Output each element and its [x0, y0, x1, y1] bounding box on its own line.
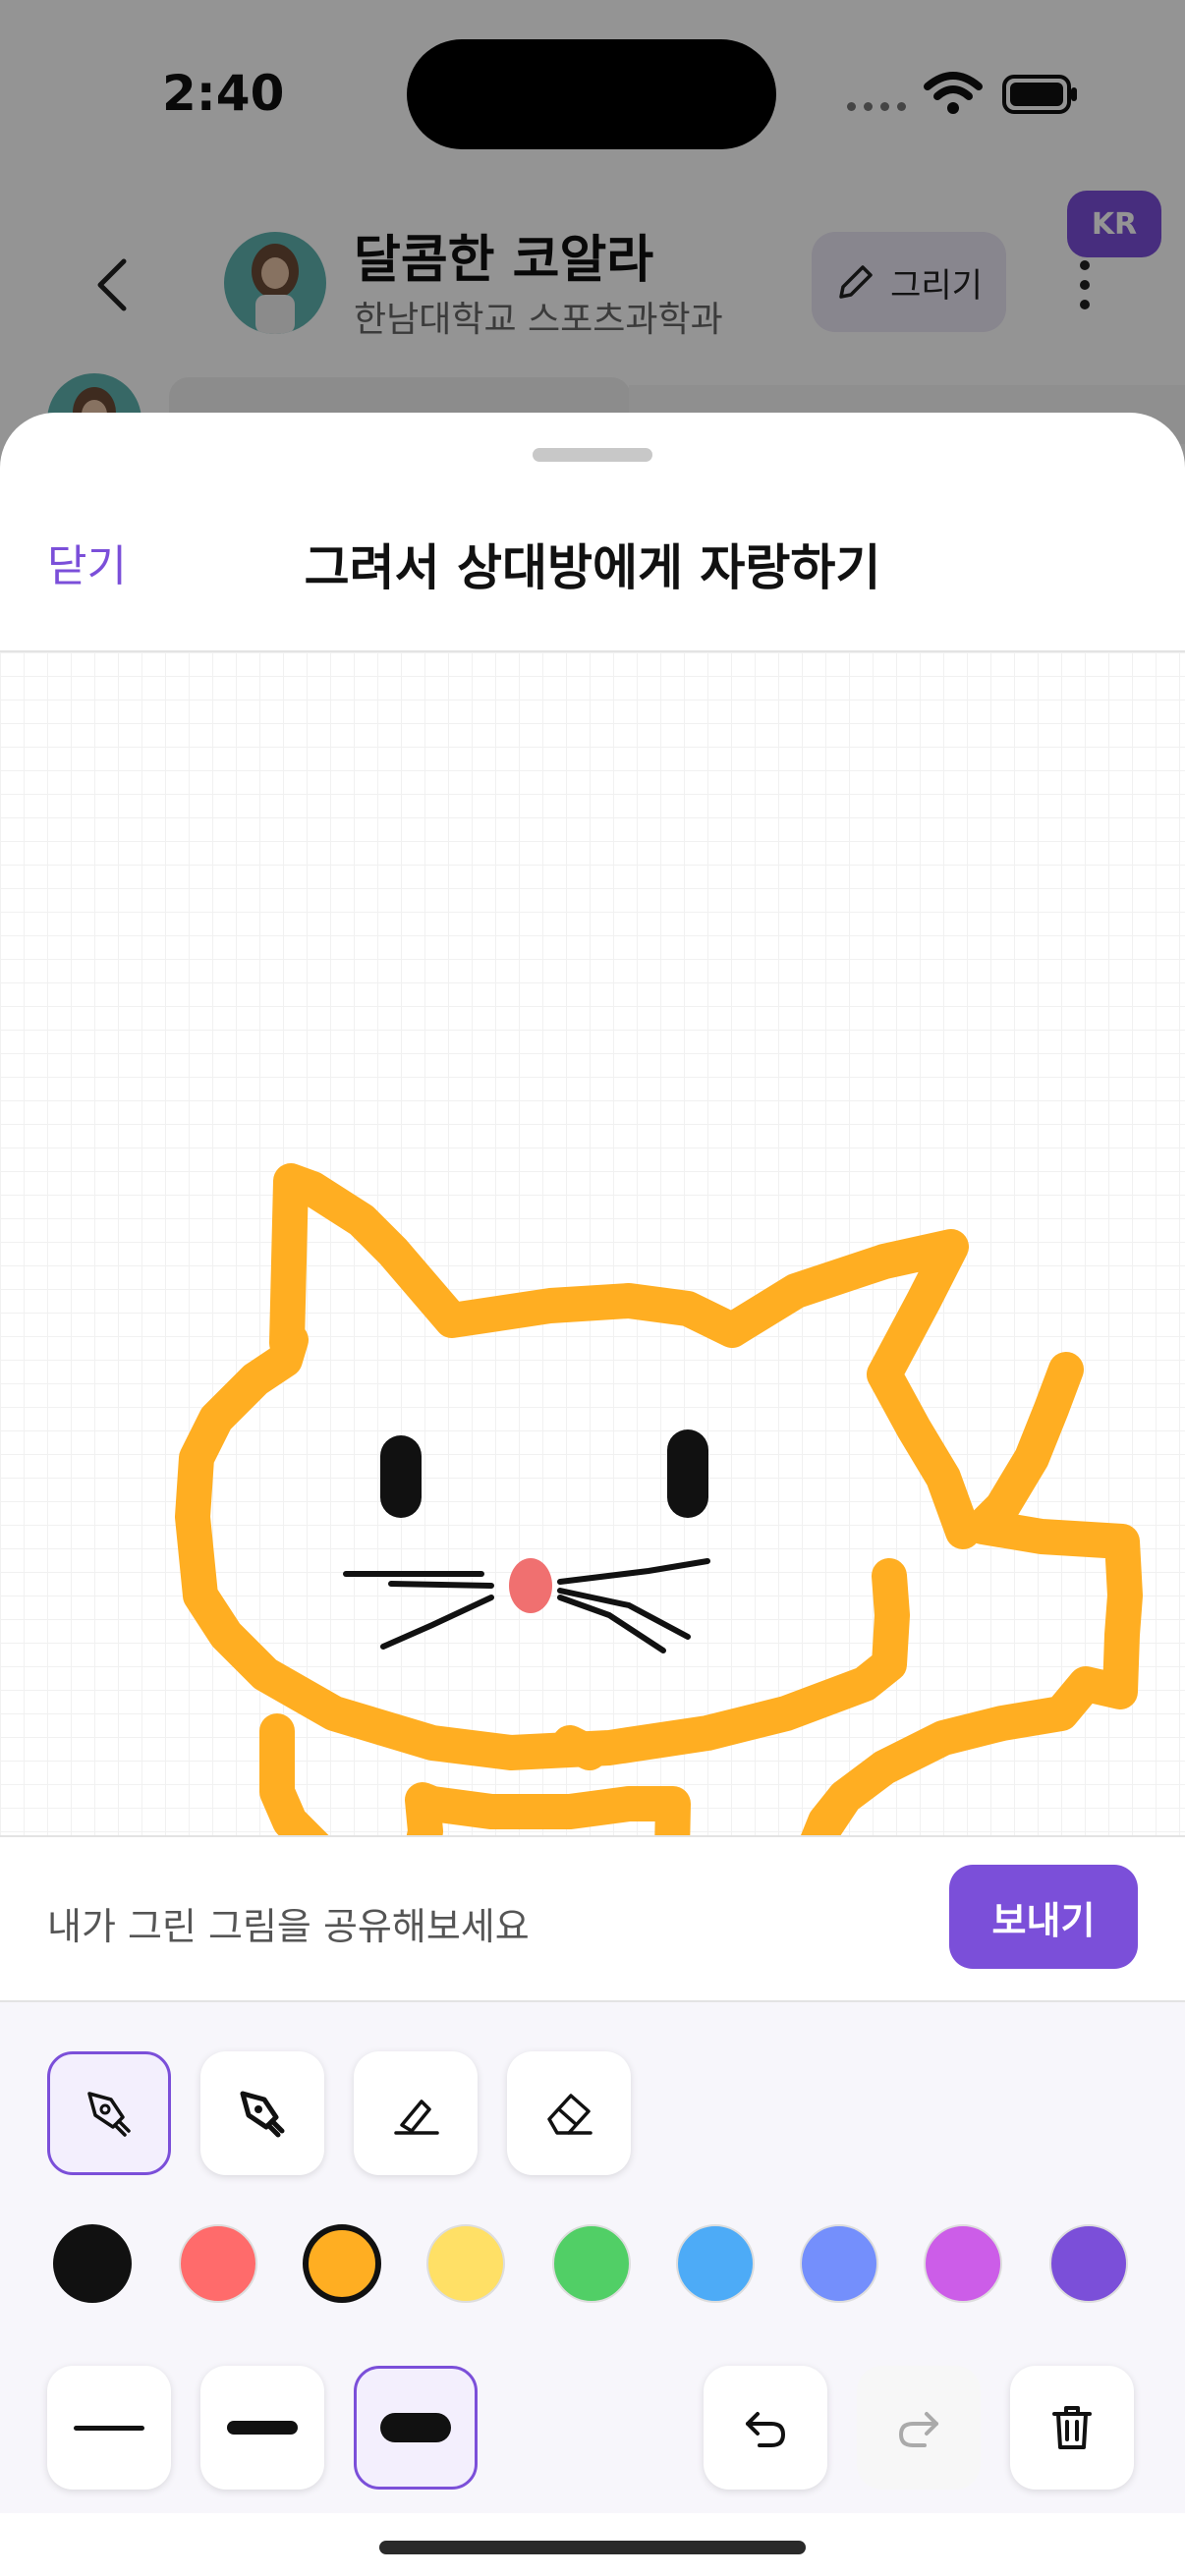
stroke-medium[interactable]: [200, 2366, 324, 2490]
drawing-toolbar: [0, 2000, 1185, 2513]
thin-line-icon: [74, 2425, 144, 2431]
cat-drawing: [175, 1163, 1143, 1835]
share-prompt: 내가 그린 그림을 공유해보세요: [47, 1905, 530, 1948]
color-swatch-yellow[interactable]: [426, 2224, 505, 2303]
undo-icon: [746, 2412, 786, 2447]
eraser-icon: [547, 2094, 592, 2135]
undo-button[interactable]: [704, 2366, 827, 2490]
color-swatch-red[interactable]: [179, 2224, 257, 2303]
color-swatch-sky-blue[interactable]: [676, 2224, 755, 2303]
trash-icon: [1052, 2406, 1092, 2449]
thick-line-icon: [380, 2413, 451, 2442]
stroke-thick[interactable]: [354, 2366, 478, 2490]
fountain-pen-icon: [240, 2091, 285, 2138]
medium-line-icon: [227, 2421, 298, 2435]
eraser-tool[interactable]: [507, 2051, 631, 2175]
pen-tool-2[interactable]: [200, 2051, 324, 2175]
highlighter-tool[interactable]: [354, 2051, 478, 2175]
pen-nib-icon: [87, 2092, 131, 2137]
pen-tool-1[interactable]: [47, 2051, 171, 2175]
drawing-sheet: 닫기 그려서 상대방에게 자랑하기 내가 그린 그림을 공유해보세요 보내기: [0, 413, 1185, 2576]
color-swatch-green[interactable]: [552, 2224, 631, 2303]
drawing-canvas[interactable]: [0, 650, 1185, 1837]
color-swatch-purple[interactable]: [1049, 2224, 1128, 2303]
redo-button[interactable]: [857, 2366, 981, 2490]
stroke-thin[interactable]: [47, 2366, 171, 2490]
sheet-title: 그려서 상대방에게 자랑하기: [304, 539, 881, 596]
sheet-grabber[interactable]: [533, 448, 652, 462]
color-swatch-periwinkle[interactable]: [800, 2224, 878, 2303]
home-indicator[interactable]: [379, 2541, 806, 2554]
color-swatch-black[interactable]: [53, 2224, 132, 2303]
highlighter-icon: [394, 2100, 439, 2135]
redo-icon: [898, 2412, 938, 2447]
send-button[interactable]: 보내기: [949, 1865, 1138, 1969]
clear-button[interactable]: [1010, 2366, 1134, 2490]
color-swatch-orange[interactable]: [303, 2224, 381, 2303]
color-swatch-magenta[interactable]: [924, 2224, 1002, 2303]
